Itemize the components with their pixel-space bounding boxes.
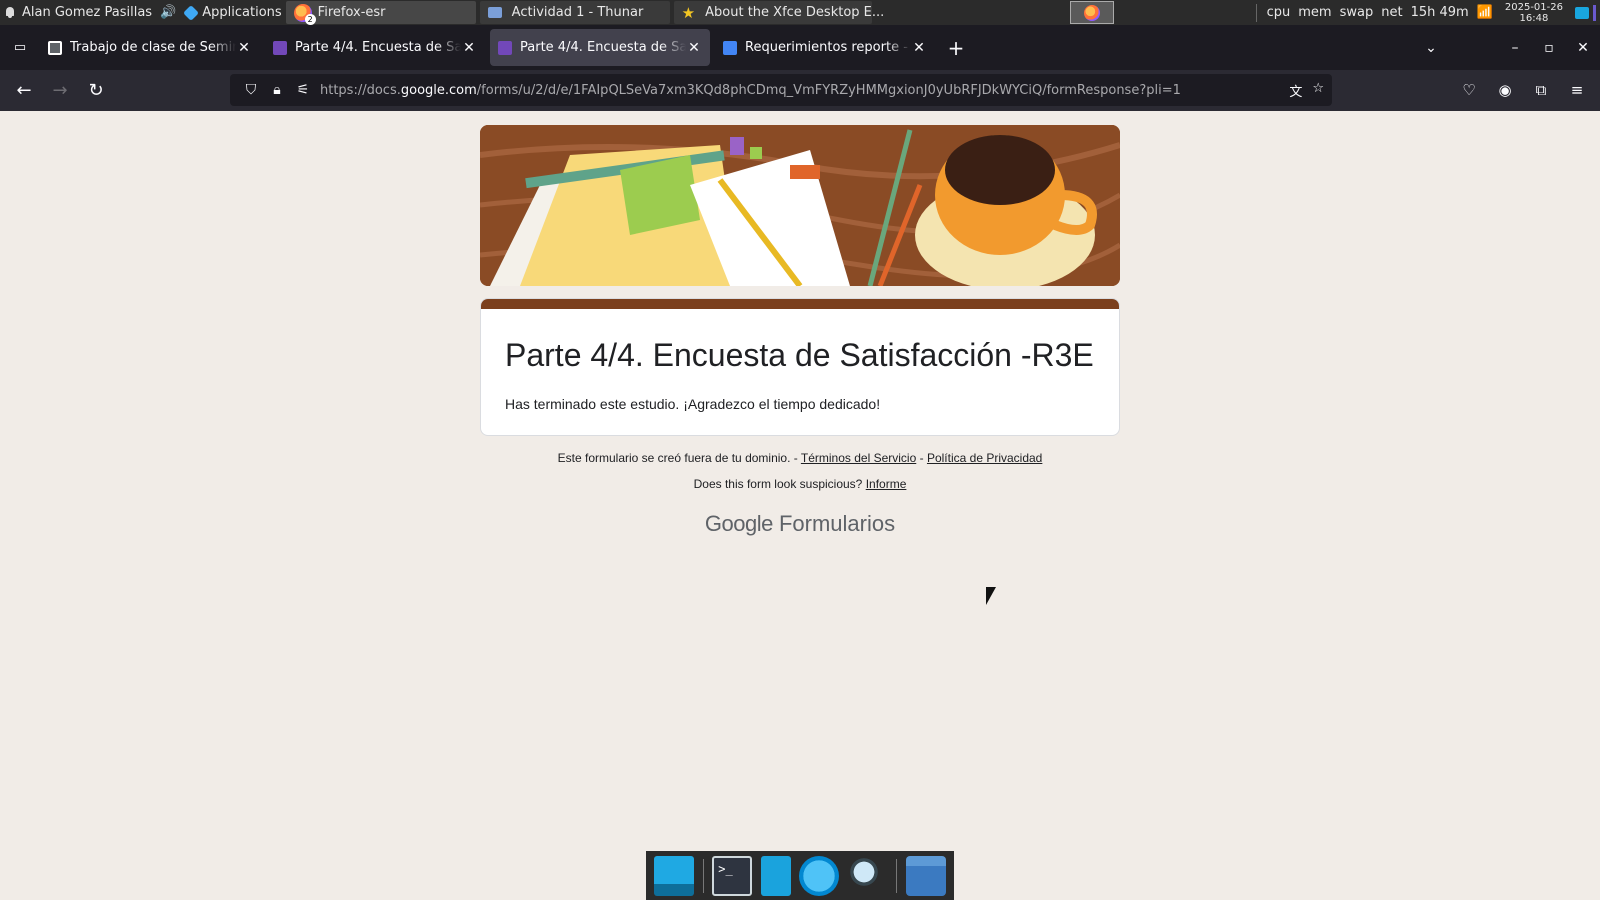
tab-title: Parte 4/4. Encuesta de Sati (520, 40, 686, 55)
home-folder-icon[interactable] (905, 855, 946, 896)
tab-strip: ▭ Trabajo de clase de Semina ✕ Parte 4/4… (0, 25, 1600, 70)
nav-bar: ← → ↻ ⛉ 🔒︎ ⚟ https://docs.google.com/for… (0, 70, 1600, 111)
docs-icon (723, 40, 737, 55)
tab-list-chevron-icon[interactable]: ⌄ (1414, 40, 1448, 56)
pocket-icon[interactable]: ♡ (1454, 74, 1484, 106)
url-bar[interactable]: ⛉ 🔒︎ ⚟ https://docs.google.com/forms/u/2… (230, 74, 1332, 106)
suspicious-text: Does this form look suspicious? (693, 477, 863, 491)
tab-classroom[interactable]: Trabajo de clase de Semina ✕ (40, 29, 260, 66)
close-icon[interactable]: ✕ (686, 40, 702, 56)
reload-icon[interactable]: ↻ (78, 75, 114, 107)
terms-link[interactable]: Términos del Servicio (801, 451, 916, 465)
user-menu[interactable]: Alan Gomez Pasillas (0, 0, 156, 25)
cpu-monitor: cpu (1266, 5, 1291, 20)
page-content: Parte 4/4. Encuesta de Satisfacción -R3E… (0, 111, 1600, 900)
report-link[interactable]: Informe (866, 477, 907, 491)
classroom-icon (48, 40, 62, 55)
signal-icon: 📶 (1476, 5, 1493, 20)
account-icon[interactable]: ◉ (1490, 74, 1520, 106)
privacy-link[interactable]: Política de Privacidad (927, 451, 1042, 465)
footer-line-1: Este formulario se creó fuera de tu domi… (480, 451, 1120, 465)
star-icon: ★ (681, 3, 696, 22)
forms-icon (498, 40, 512, 55)
applications-label: Applications (202, 5, 282, 20)
file-manager-icon[interactable] (760, 855, 791, 896)
net-monitor: net (1381, 5, 1403, 20)
dock: >_ (646, 851, 954, 900)
forward-icon[interactable]: → (42, 75, 78, 107)
terminal-icon[interactable]: >_ (712, 855, 753, 896)
swap-monitor: swap (1339, 5, 1374, 20)
tab-title: Trabajo de clase de Semina (70, 40, 236, 55)
taskbar-about-label: About the Xfce Desktop E... (705, 5, 885, 20)
confirmation-message: Has terminado este estudio. ¡Agradezco e… (505, 396, 881, 412)
folder-icon (487, 7, 502, 18)
tab-forms-active[interactable]: Parte 4/4. Encuesta de Sati ✕ (490, 29, 710, 66)
back-icon[interactable]: ← (6, 75, 42, 107)
translate-icon[interactable]: 文 (1289, 81, 1302, 100)
form-title-card: Parte 4/4. Encuesta de Satisfacción -R3E… (480, 298, 1120, 436)
clock-time: 16:48 (1519, 12, 1549, 24)
taskbar-thunar-label: Actividad 1 - Thunar (511, 5, 644, 20)
menu-icon[interactable]: ≡ (1562, 74, 1592, 106)
taskbar-thunar[interactable]: Actividad 1 - Thunar (479, 1, 670, 24)
uptime: 15h 49m (1410, 5, 1469, 20)
shield-icon[interactable]: ⛉ (238, 82, 264, 98)
bell-icon (4, 6, 16, 19)
new-tab-button[interactable]: + (940, 32, 972, 64)
tab-title: Requerimientos reporte - D (745, 40, 911, 55)
divider (1255, 3, 1257, 22)
mouse-cursor-icon (986, 587, 996, 605)
close-window-icon[interactable]: ✕ (1566, 40, 1600, 56)
tab-docs[interactable]: Requerimientos reporte - D ✕ (715, 29, 935, 66)
taskbar-firefox[interactable]: 2 Firefox-esr (285, 1, 476, 25)
google-forms-logo[interactable]: Google Formularios (480, 511, 1120, 537)
close-icon[interactable]: ✕ (236, 40, 252, 56)
clock[interactable]: 2025-01-26 16:48 (1497, 2, 1571, 24)
tab-forms-1[interactable]: Parte 4/4. Encuesta de Sati ✕ (265, 29, 485, 66)
mem-monitor: mem (1298, 5, 1332, 20)
xfce-icon (183, 4, 200, 21)
divider (896, 858, 898, 893)
form-accent-bar (481, 299, 1119, 309)
taskbar-firefox-label: Firefox-esr (317, 5, 386, 20)
window-count-badge: 2 (304, 13, 316, 25)
domain-notice: Este formulario se creó fuera de tu domi… (557, 451, 798, 465)
maximize-icon[interactable]: ▫ (1532, 40, 1566, 56)
divider (702, 858, 704, 893)
footer-line-2: Does this form look suspicious? Informe (480, 477, 1120, 491)
forms-icon (273, 40, 287, 55)
url-text[interactable]: https://docs.google.com/forms/u/2/d/e/1F… (320, 83, 1289, 98)
separator: - (919, 451, 924, 465)
clock-date: 2025-01-26 (1504, 1, 1563, 13)
lock-icon[interactable]: 🔒︎ (264, 82, 290, 98)
applications-menu[interactable]: Applications (180, 0, 285, 25)
show-desktop-icon[interactable] (654, 855, 695, 896)
user-name: Alan Gomez Pasillas (22, 5, 153, 20)
forms-wordmark: Formularios (778, 511, 896, 536)
firefox-icon: 2 (293, 3, 316, 25)
tray-indicator (1593, 4, 1596, 21)
top-panel: Alan Gomez Pasillas 🔊 Applications 2 Fir… (0, 0, 1600, 25)
minimize-icon[interactable]: – (1498, 40, 1532, 56)
form-title: Parte 4/4. Encuesta de Satisfacción -R3E (505, 337, 1094, 373)
app-finder-icon[interactable] (847, 855, 888, 896)
extensions-icon[interactable]: ⧉ (1526, 74, 1556, 106)
firefox-view-icon[interactable]: ▭ (0, 25, 40, 70)
permissions-icon[interactable]: ⚟ (290, 82, 316, 98)
display-icon[interactable] (1575, 6, 1589, 19)
taskbar-about-xfce[interactable]: ★ About the Xfce Desktop E... (673, 1, 884, 24)
form-header-image (480, 125, 1120, 286)
web-browser-icon[interactable] (799, 855, 840, 896)
form-footer: Este formulario se creó fuera de tu domi… (480, 451, 1120, 537)
bookmark-star-icon[interactable]: ☆ (1312, 81, 1324, 100)
close-icon[interactable]: ✕ (911, 40, 927, 56)
google-wordmark: Google (704, 511, 773, 536)
firefox-icon (1083, 4, 1100, 21)
workspace-switcher[interactable] (1069, 1, 1114, 24)
close-icon[interactable]: ✕ (461, 40, 477, 56)
tab-title: Parte 4/4. Encuesta de Sati (295, 40, 461, 55)
volume-icon[interactable]: 🔊 (156, 0, 180, 25)
